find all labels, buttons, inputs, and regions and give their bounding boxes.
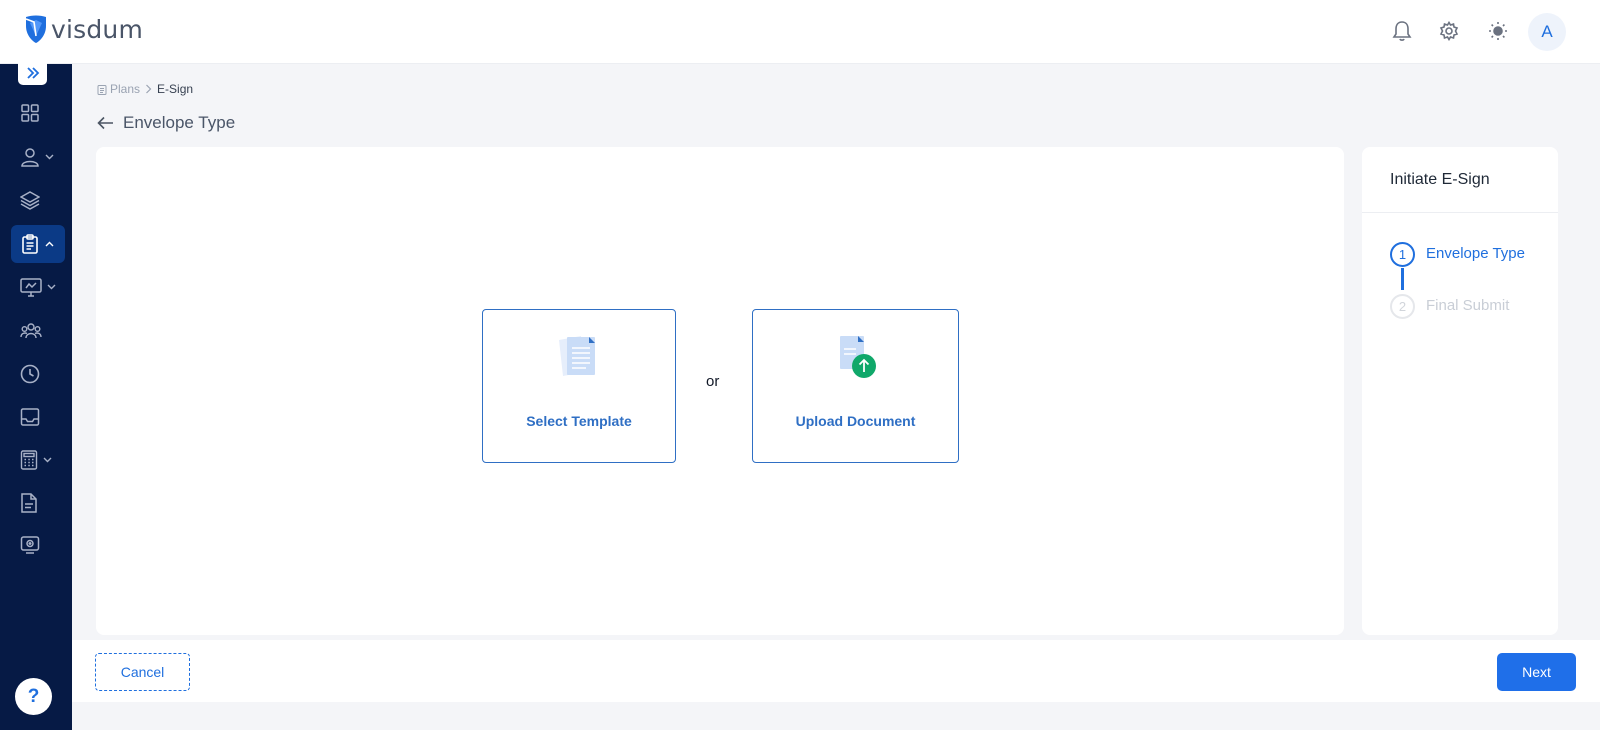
notifications-button[interactable] <box>1387 16 1417 46</box>
document-icon <box>21 493 37 513</box>
visdum-logo[interactable]: visdum <box>24 14 143 44</box>
media-icon <box>20 536 40 554</box>
team-icon <box>20 323 42 339</box>
sidebar-expand-button[interactable] <box>18 60 47 85</box>
sidebar-item-media[interactable] <box>11 526 65 564</box>
chevron-right-icon <box>146 84 152 94</box>
sidebar-item-dashboard[interactable] <box>11 94 65 132</box>
step-2-label: Final Submit <box>1426 297 1510 314</box>
upload-document-icon <box>839 336 876 378</box>
steps-title: Initiate E-Sign <box>1390 171 1490 188</box>
sidebar-item-layers[interactable] <box>11 181 65 219</box>
inbox-icon <box>20 408 40 426</box>
step-1-number: 1 <box>1390 242 1415 267</box>
shield-logo-icon <box>25 15 46 43</box>
sidebar-item-monitor[interactable] <box>11 268 65 306</box>
sidebar-item-plans[interactable] <box>11 225 65 263</box>
chevron-down-icon <box>47 284 56 290</box>
steps-divider <box>1362 212 1558 213</box>
gear-icon <box>1439 21 1459 41</box>
select-template-label: Select Template <box>526 413 632 429</box>
chevron-down-icon <box>45 154 54 160</box>
step-1-label: Envelope Type <box>1426 245 1525 262</box>
double-chevron-right-icon <box>26 66 39 79</box>
layers-icon <box>20 191 40 210</box>
back-button[interactable] <box>97 116 114 130</box>
chevron-up-icon <box>45 241 54 247</box>
sidebar-item-inbox[interactable] <box>11 398 65 436</box>
step-connector <box>1401 268 1404 290</box>
page-title: Envelope Type <box>123 113 236 132</box>
next-button[interactable]: Next <box>1497 653 1576 691</box>
chevron-down-icon <box>43 457 52 463</box>
calculator-icon <box>20 450 38 470</box>
template-icon <box>559 336 595 376</box>
monitor-icon <box>20 278 42 297</box>
top-header: visdum A <box>0 0 1600 64</box>
breadcrumb-separator <box>145 84 152 94</box>
logo-text: visdum <box>51 14 144 44</box>
clock-icon <box>20 364 40 384</box>
user-icon <box>21 148 39 167</box>
clipboard-icon <box>22 234 38 254</box>
select-template-card[interactable]: Select Template <box>482 309 676 463</box>
settings-button[interactable] <box>1434 16 1464 46</box>
arrow-left-icon <box>97 116 113 130</box>
envelope-type-panel <box>96 147 1344 635</box>
footer-bar: Cancel Next <box>72 640 1600 702</box>
help-button[interactable]: ? <box>15 678 52 715</box>
sidebar: ? <box>0 60 72 730</box>
step-2-number: 2 <box>1390 294 1415 319</box>
steps-panel: Initiate E-Sign 1 Envelope Type 2 Final … <box>1362 147 1558 635</box>
bell-icon <box>1392 21 1412 41</box>
upload-document-label: Upload Document <box>795 413 916 429</box>
page-title-row: Envelope Type <box>97 113 235 133</box>
sidebar-item-history[interactable] <box>11 355 65 393</box>
or-separator: or <box>706 373 720 390</box>
cancel-button[interactable]: Cancel <box>95 653 190 691</box>
breadcrumb-current: E-Sign <box>157 82 194 96</box>
clipboard-small-icon <box>97 84 107 95</box>
sidebar-item-documents[interactable] <box>11 484 65 522</box>
breadcrumb: Plans E-Sign <box>97 82 193 96</box>
sidebar-item-users[interactable] <box>11 138 65 176</box>
sun-icon <box>1489 22 1507 40</box>
user-avatar[interactable]: A <box>1528 13 1566 51</box>
sidebar-item-calculator[interactable] <box>11 441 65 479</box>
upload-document-card[interactable]: Upload Document <box>752 309 959 463</box>
breadcrumb-plans-link[interactable]: Plans <box>110 82 140 96</box>
dashboard-icon <box>21 104 39 122</box>
sidebar-item-team[interactable] <box>11 312 65 350</box>
theme-toggle-button[interactable] <box>1483 16 1513 46</box>
